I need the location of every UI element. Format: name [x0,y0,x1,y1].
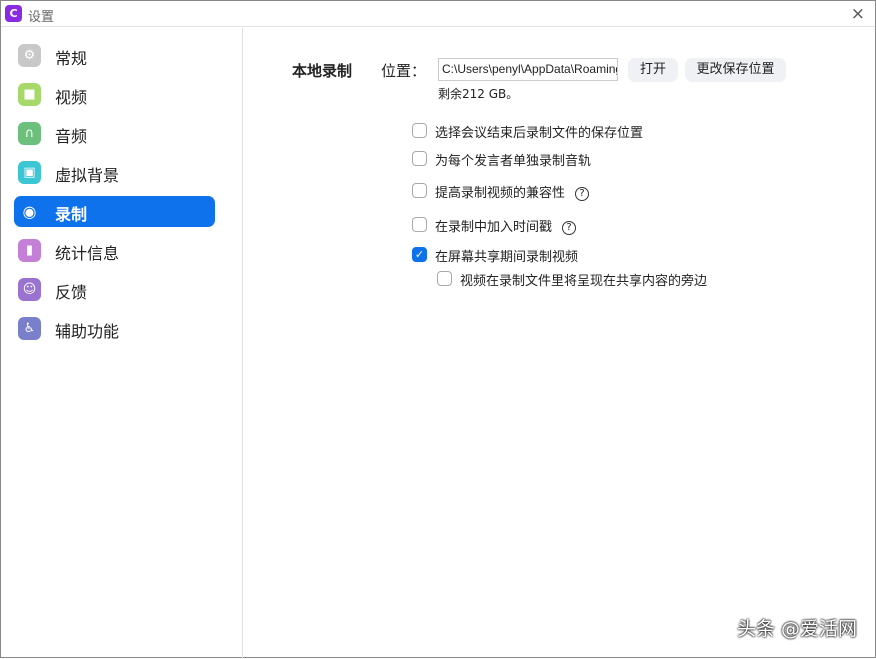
close-button[interactable]: × [851,4,865,24]
option-label: 提高录制视频的兼容性? [435,182,589,201]
sidebar-item-label: 常规 [55,45,87,69]
sidebar-item-label: 统计信息 [55,240,119,264]
checkbox-unchecked-icon[interactable] [437,271,452,286]
video-icon: ■ [18,83,41,106]
sidebar-item[interactable]: ▮ 统计信息 [14,235,215,266]
headphones-icon: ∩ [18,122,41,145]
checkbox-checked-icon[interactable]: ✓ [412,247,427,262]
sidebar-item-label: 反馈 [55,279,87,303]
checkbox-unchecked-icon[interactable] [412,151,427,166]
location-input[interactable]: C:\Users\penyl\AppData\Roaming [438,58,618,81]
accessibility-icon: ♿ [18,317,41,340]
sidebar-item[interactable]: ■ 视频 [14,79,215,110]
option-label: 视频在录制文件里将呈现在共享内容的旁边 [460,270,707,289]
sidebar-item-label: 辅助功能 [55,318,119,342]
option-text: 视频在录制文件里将呈现在共享内容的旁边 [460,274,707,289]
window-title: 设置 [28,6,54,25]
option-text: 为每个发言者单独录制音轨 [435,154,591,169]
free-space-text: 剩余212 GB。 [438,85,518,102]
option-label: 在录制中加入时间戳? [435,216,576,235]
option-text: 提高录制视频的兼容性 [435,186,565,201]
sidebar-item-label: 视频 [55,84,87,108]
option-label: 选择会议结束后录制文件的保存位置 [435,122,643,141]
feedback-icon: ☺ [18,278,41,301]
checkbox-unchecked-icon[interactable] [412,123,427,138]
statistics-icon: ▮ [18,239,41,262]
sidebar-item-label: 虚拟背景 [55,162,119,186]
checkbox-unchecked-icon[interactable] [412,217,427,232]
option-text: 选择会议结束后录制文件的保存位置 [435,126,643,141]
sidebar-item[interactable]: ♿ 辅助功能 [14,313,215,344]
virtual-background-icon: ▣ [18,161,41,184]
option-label: 在屏幕共享期间录制视频 [435,246,578,265]
app-logo-icon: C [5,5,22,22]
sidebar-item[interactable]: ◉ 录制 [14,196,215,227]
watermark: 头条 @爱活网 [737,614,857,641]
sidebar-item[interactable]: ∩ 音频 [14,118,215,149]
sidebar-item[interactable]: ⚙ 常规 [14,40,215,71]
checkbox-unchecked-icon[interactable] [412,183,427,198]
sidebar-item[interactable]: ☺ 反馈 [14,274,215,305]
title-bar: C 设置 × [1,1,875,27]
record-icon: ◉ [18,200,41,223]
option-label: 为每个发言者单独录制音轨 [435,150,591,169]
sidebar: ⚙ 常规 ■ 视频 ∩ 音频 ▣ 虚拟背景 ◉ 录制 ▮ 统计信息 ☺ 反馈 ♿ 辅助功能 [1,28,243,659]
help-icon[interactable]: ? [562,221,576,235]
option-text: 在屏幕共享期间录制视频 [435,250,578,265]
change-location-button[interactable]: 更改保存位置 [685,58,786,82]
sidebar-item[interactable]: ▣ 虚拟背景 [14,157,215,188]
sidebar-item-label: 录制 [55,201,87,225]
sidebar-item-label: 音频 [55,123,87,147]
location-label: 位置： [381,60,426,81]
option-text: 在录制中加入时间戳 [435,220,552,235]
gear-icon: ⚙ [18,44,41,67]
help-icon[interactable]: ? [575,187,589,201]
open-button[interactable]: 打开 [628,58,678,82]
section-title: 本地录制 [292,60,352,81]
